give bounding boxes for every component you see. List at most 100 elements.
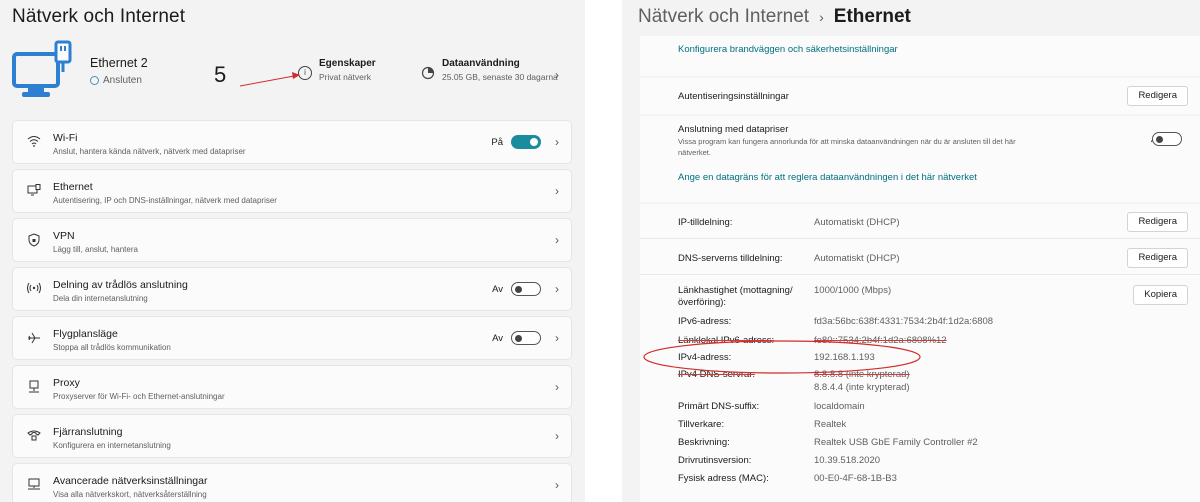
annotation-number: 5 <box>214 62 227 87</box>
linklocal-value: fe80::7534:2b4f:1d2a:6808%12 <box>814 335 947 346</box>
chevron-right-icon[interactable]: › <box>555 429 559 443</box>
data-usage-subtitle: 25.05 GB, senaste 30 dagarna <box>442 72 558 82</box>
list-item-dialup[interactable]: Fjärranslutning Konfigurera en interneta… <box>12 414 572 458</box>
list-item-title: Fjärranslutning <box>53 426 123 438</box>
hotspot-toggle[interactable] <box>511 282 541 296</box>
airplane-toggle[interactable] <box>511 331 541 345</box>
screenshot-stage: Nätverk och Internet Ethernet 2 Ansluten… <box>0 0 1200 502</box>
chevron-right-icon[interactable]: › <box>555 68 559 82</box>
auth-edit-button[interactable]: Redigera <box>1127 86 1188 106</box>
breadcrumb: Nätverk och Internet › Ethernet <box>638 6 911 28</box>
list-item-title: Ethernet <box>53 181 93 193</box>
shield-icon <box>26 233 42 249</box>
wifi-icon <box>26 135 42 151</box>
list-item-hotspot[interactable]: Delning av trådlös anslutning Dela din i… <box>12 267 572 311</box>
description-value: Realtek USB GbE Family Controller #2 <box>814 437 978 448</box>
metered-card: Anslutning med datapriser Vissa program … <box>640 116 1200 202</box>
list-item-title: Delning av trådlös anslutning <box>53 279 188 291</box>
copy-button[interactable]: Kopiera <box>1133 285 1188 305</box>
chevron-right-icon[interactable]: › <box>555 233 559 247</box>
list-item-wifi[interactable]: Wi-Fi Anslut, hantera kända nätverk, nät… <box>12 120 572 164</box>
list-item-proxy[interactable]: Proxy Proxyserver för Wi-Fi- och Etherne… <box>12 365 572 409</box>
list-item-subtitle: Autentisering, IP och DNS-inställningar,… <box>53 196 277 205</box>
list-item-ethernet[interactable]: Ethernet Autentisering, IP och DNS-instä… <box>12 169 572 213</box>
list-item-advanced-network[interactable]: Avancerade nätverksinställningar Visa al… <box>12 463 572 502</box>
data-usage-title: Dataanvändning <box>442 58 520 69</box>
chevron-right-icon[interactable]: › <box>555 135 559 149</box>
dns-suffix-value: localdomain <box>814 401 865 412</box>
settings-list: Wi-Fi Anslut, hantera kända nätverk, nät… <box>12 120 572 502</box>
list-item-subtitle: Dela din internetanslutning <box>53 294 148 303</box>
network-internet-panel: Nätverk och Internet Ethernet 2 Ansluten… <box>0 0 585 502</box>
breadcrumb-current: Ethernet <box>833 6 911 27</box>
ip-edit-button[interactable]: Redigera <box>1127 212 1188 232</box>
ipv6-label: IPv6-adress: <box>678 316 732 327</box>
ethernet-icon <box>26 184 42 200</box>
list-item-subtitle: Lägg till, anslut, hantera <box>53 245 138 254</box>
ipv6-value: fd3a:56bc:638f:4331:7534:2b4f:1d2a:6808 <box>814 316 994 327</box>
advanced-network-icon <box>26 478 42 494</box>
chevron-right-icon[interactable]: › <box>555 331 559 345</box>
dns-edit-button[interactable]: Redigera <box>1127 248 1188 268</box>
ethernet-computer-icon <box>12 40 72 97</box>
chevron-right-icon[interactable]: › <box>555 380 559 394</box>
breadcrumb-separator: › <box>819 9 824 25</box>
hotspot-icon <box>26 282 42 298</box>
proxy-icon <box>26 380 42 396</box>
manufacturer-value: Realtek <box>814 419 847 430</box>
list-item-title: Flygplansläge <box>53 328 118 340</box>
list-item-subtitle: Proxyserver för Wi-Fi- och Ethernet-ansl… <box>53 392 225 401</box>
dns-suffix-label: Primärt DNS-suffix: <box>678 401 760 412</box>
dns-server-value-2: 8.8.4.4 (inte krypterad) <box>814 382 910 393</box>
list-item-title: Avancerade nätverksinställningar <box>53 475 208 487</box>
firewall-link[interactable]: Konfigurera brandväggen och säkerhetsins… <box>678 44 898 55</box>
info-icon: i <box>298 66 312 80</box>
data-usage-button[interactable]: Dataanvändning 25.05 GB, senaste 30 daga… <box>421 58 558 82</box>
list-item-title: Wi-Fi <box>53 132 78 144</box>
list-item-airplane[interactable]: Flygplansläge Stoppa all trådlös kommuni… <box>12 316 572 360</box>
firewall-card: Konfigurera brandväggen och säkerhetsins… <box>640 36 1200 76</box>
list-item-subtitle: Anslut, hantera kända nätverk, nätverk m… <box>53 147 246 156</box>
connection-status-text: Ansluten <box>103 75 142 86</box>
auth-label: Autentiseringsinställningar <box>678 91 789 102</box>
dns-assign-value: Automatiskt (DHCP) <box>814 253 900 264</box>
toggle-state-label: På <box>491 137 503 148</box>
metered-toggle[interactable] <box>1152 132 1182 146</box>
ip-details-card: IP-tilldelning: Automatiskt (DHCP) Redig… <box>640 204 1200 502</box>
chevron-right-icon[interactable]: › <box>555 282 559 296</box>
link-speed-label-cont: överföring): <box>678 297 727 308</box>
data-limit-link[interactable]: Ange en datagräns för att reglera dataan… <box>678 172 977 183</box>
breadcrumb-parent[interactable]: Nätverk och Internet <box>638 6 809 28</box>
properties-button[interactable]: i Egenskaper Privat nätverk <box>298 58 376 82</box>
mac-label: Fysisk adress (MAC): <box>678 473 769 484</box>
list-item-vpn[interactable]: VPN Lägg till, anslut, hantera › <box>12 218 572 262</box>
metered-description: Vissa program kan fungera annorlunda för… <box>678 137 1016 146</box>
ip-assign-value: Automatiskt (DHCP) <box>814 217 900 228</box>
properties-title: Egenskaper <box>319 58 376 69</box>
description-label: Beskrivning: <box>678 437 730 448</box>
connection-name: Ethernet 2 <box>90 56 148 70</box>
divider <box>640 238 1200 239</box>
globe-icon <box>90 76 99 85</box>
ipv4-value: 192.168.1.193 <box>814 352 875 363</box>
chevron-right-icon[interactable]: › <box>555 184 559 198</box>
ip-assign-label: IP-tilldelning: <box>678 217 733 228</box>
chevron-right-icon[interactable]: › <box>555 478 559 492</box>
link-speed-value: 1000/1000 (Mbps) <box>814 285 892 296</box>
auth-card: Autentiseringsinställningar Redigera <box>640 78 1200 114</box>
manufacturer-label: Tillverkare: <box>678 419 725 430</box>
metered-title: Anslutning med datapriser <box>678 124 789 135</box>
list-item-subtitle: Stoppa all trådlös kommunikation <box>53 343 171 352</box>
airplane-icon <box>26 331 42 347</box>
driver-label: Drivrutinsversion: <box>678 455 752 466</box>
list-item-subtitle: Konfigurera en internetanslutning <box>53 441 171 450</box>
driver-value: 10.39.518.2020 <box>814 455 881 466</box>
ethernet-details-panel: Nätverk och Internet › Ethernet Konfigur… <box>622 0 1200 502</box>
dialup-icon <box>26 429 42 445</box>
data-usage-icon <box>421 66 435 80</box>
wifi-toggle[interactable] <box>511 135 541 149</box>
divider <box>640 274 1200 275</box>
metered-description-cont: nätverket. <box>678 148 711 157</box>
list-item-title: Proxy <box>53 377 80 389</box>
list-item-subtitle: Visa alla nätverkskort, nätverksåterstäl… <box>53 490 207 499</box>
